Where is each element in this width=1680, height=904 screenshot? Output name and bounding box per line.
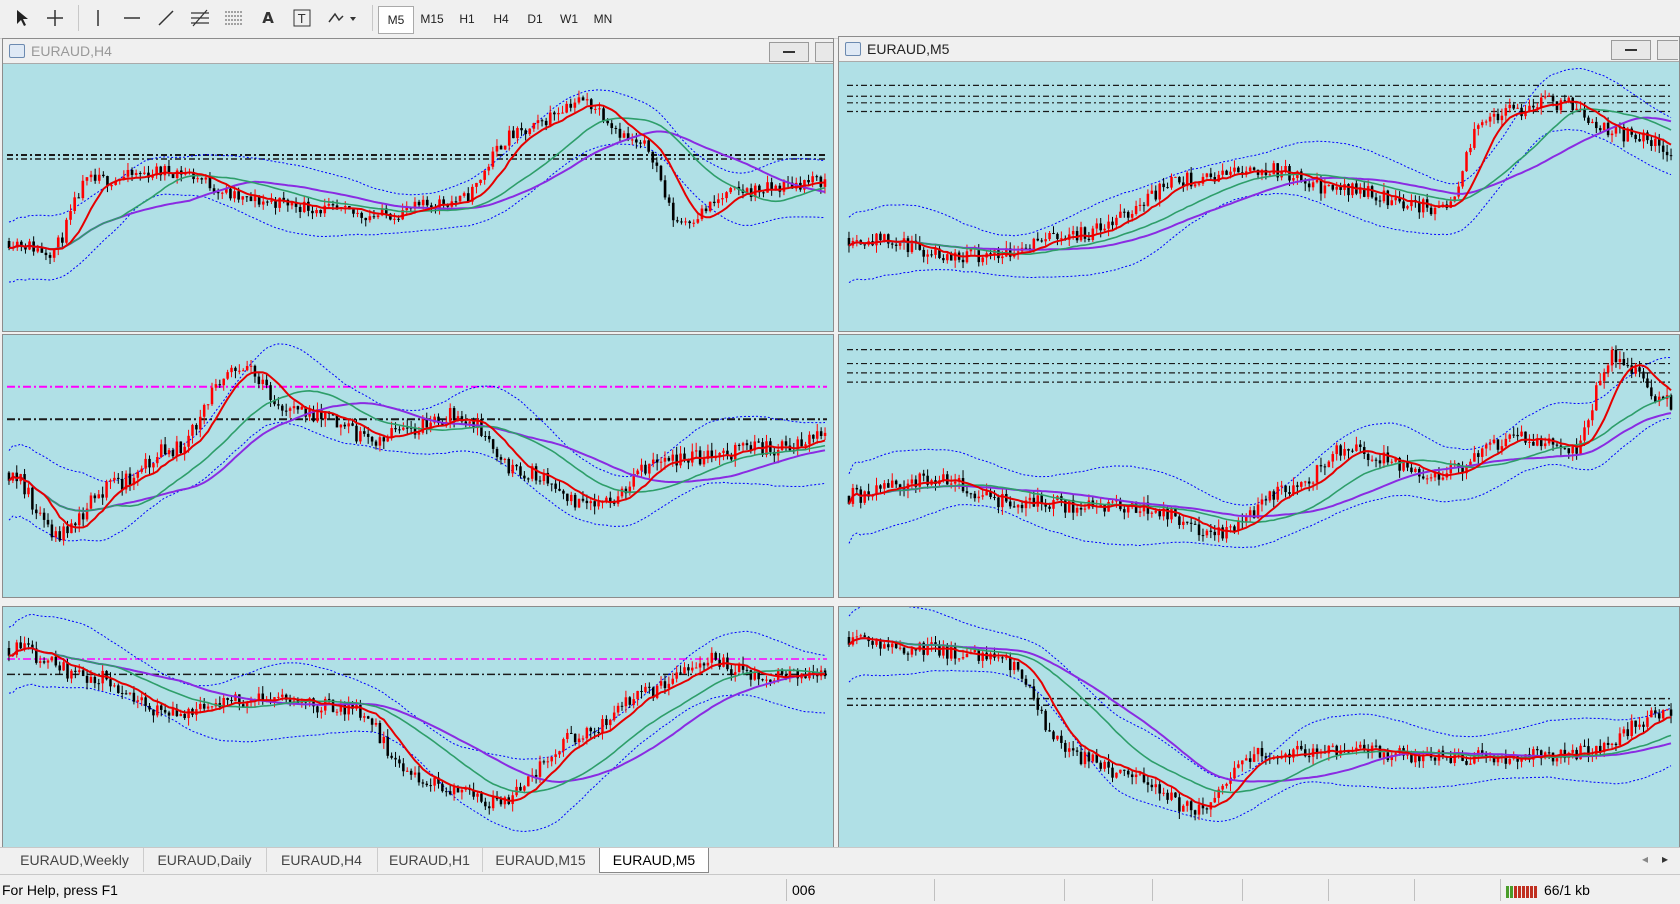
- price-chart[interactable]: [839, 37, 1679, 331]
- bollinger-lower-line: [8, 422, 826, 542]
- moving-average-fast: [848, 100, 1672, 258]
- connection-bars-icon: [1506, 885, 1537, 898]
- vertical-line-icon[interactable]: [86, 4, 110, 32]
- status-profile: 006: [792, 881, 816, 898]
- moving-average-fast: [8, 103, 825, 251]
- chart-window-middle-right[interactable]: [838, 334, 1680, 598]
- chart-tab-euraud-m5[interactable]: EURAUD,M5: [599, 848, 709, 873]
- bollinger-lower-line: [8, 683, 826, 833]
- price-chart[interactable]: [839, 335, 1679, 597]
- svg-text:T: T: [297, 12, 306, 26]
- candlesticks: [847, 90, 1673, 269]
- chart-window-euraud-m5[interactable]: EURAUD,M5: [838, 36, 1680, 332]
- candlesticks: [847, 629, 1673, 821]
- moving-average-mid: [8, 117, 826, 250]
- chart-tab-euraud-m15[interactable]: EURAUD,M15: [482, 848, 600, 872]
- moving-average-mid: [8, 389, 826, 512]
- timeframe-button-m15[interactable]: M15: [412, 6, 452, 32]
- timeframe-button-d1[interactable]: D1: [518, 6, 552, 32]
- shapes-dropdown-icon[interactable]: [325, 4, 359, 32]
- moving-average-mid: [848, 108, 1672, 255]
- tab-scroll-right-icon[interactable]: ▸: [1662, 852, 1668, 866]
- moving-average-mid: [848, 637, 1672, 794]
- text-icon[interactable]: A: [258, 4, 278, 32]
- timeframe-button-h4[interactable]: H4: [484, 6, 518, 32]
- candlesticks: [847, 345, 1673, 543]
- bollinger-upper-line: [8, 343, 826, 483]
- connection-status[interactable]: 66/1 kb: [1506, 875, 1590, 904]
- chart-window-eurauad-h4[interactable]: EURAUD,H4: [2, 38, 834, 332]
- price-chart[interactable]: [839, 607, 1679, 847]
- bollinger-lower-line: [848, 418, 1672, 549]
- timeframe-button-w1[interactable]: W1: [552, 6, 586, 32]
- moving-average-slow: [848, 637, 1672, 783]
- toolbar: A T M5 M15 H1 H4 D1 W1 MN: [0, 0, 1680, 39]
- bollinger-upper-line: [848, 67, 1672, 237]
- horizontal-line-icon[interactable]: [120, 4, 144, 32]
- chart-tabs: EURAUD,Weekly EURAUD,Daily EURAUD,H4 EURAUD…: [0, 847, 1680, 874]
- timeframe-button-mn[interactable]: MN: [584, 6, 622, 32]
- bollinger-upper-line: [848, 607, 1672, 779]
- price-chart[interactable]: [3, 39, 833, 331]
- candlesticks: [7, 90, 827, 265]
- moving-average-fast: [8, 647, 825, 802]
- candlesticks: [7, 636, 827, 815]
- status-help-text: For Help, press F1: [2, 881, 118, 898]
- chart-window-bottom-left[interactable]: [2, 606, 834, 848]
- moving-average-fast: [848, 364, 1672, 533]
- bollinger-lower-line: [848, 669, 1672, 823]
- fibonacci-icon[interactable]: [188, 4, 212, 32]
- chart-window-bottom-right[interactable]: [838, 606, 1680, 848]
- moving-average-slow: [848, 116, 1672, 251]
- timeframe-button-h1[interactable]: H1: [450, 6, 484, 32]
- grid-lines-icon[interactable]: [222, 4, 246, 32]
- tab-scroll-left-icon[interactable]: ◂: [1642, 852, 1648, 866]
- moving-average-mid: [848, 395, 1672, 524]
- price-chart[interactable]: [3, 335, 833, 597]
- candlesticks: [7, 359, 827, 546]
- cursor-icon[interactable]: [10, 4, 34, 32]
- moving-average-fast: [8, 371, 826, 529]
- traffic-text: 66/1 kb: [1544, 881, 1590, 898]
- crosshair-icon[interactable]: [43, 4, 67, 32]
- chart-window-middle-left[interactable]: [2, 334, 834, 598]
- bollinger-lower-line: [848, 128, 1672, 284]
- timeframe-button-m5[interactable]: M5: [378, 6, 414, 34]
- status-bar: For Help, press F1 006 66/1 kb: [0, 874, 1680, 904]
- trendline-icon[interactable]: [154, 4, 178, 32]
- chart-tab-euraud-weekly[interactable]: EURAUD,Weekly: [6, 848, 144, 872]
- chart-tab-euraud-h1[interactable]: EURAUD,H1: [377, 848, 483, 872]
- chart-tab-euraud-h4[interactable]: EURAUD,H4: [266, 848, 378, 872]
- bollinger-upper-line: [848, 356, 1672, 506]
- chart-tab-euraud-daily[interactable]: EURAUD,Daily: [143, 848, 267, 872]
- text-label-icon[interactable]: T: [290, 4, 314, 32]
- price-chart[interactable]: [3, 607, 833, 847]
